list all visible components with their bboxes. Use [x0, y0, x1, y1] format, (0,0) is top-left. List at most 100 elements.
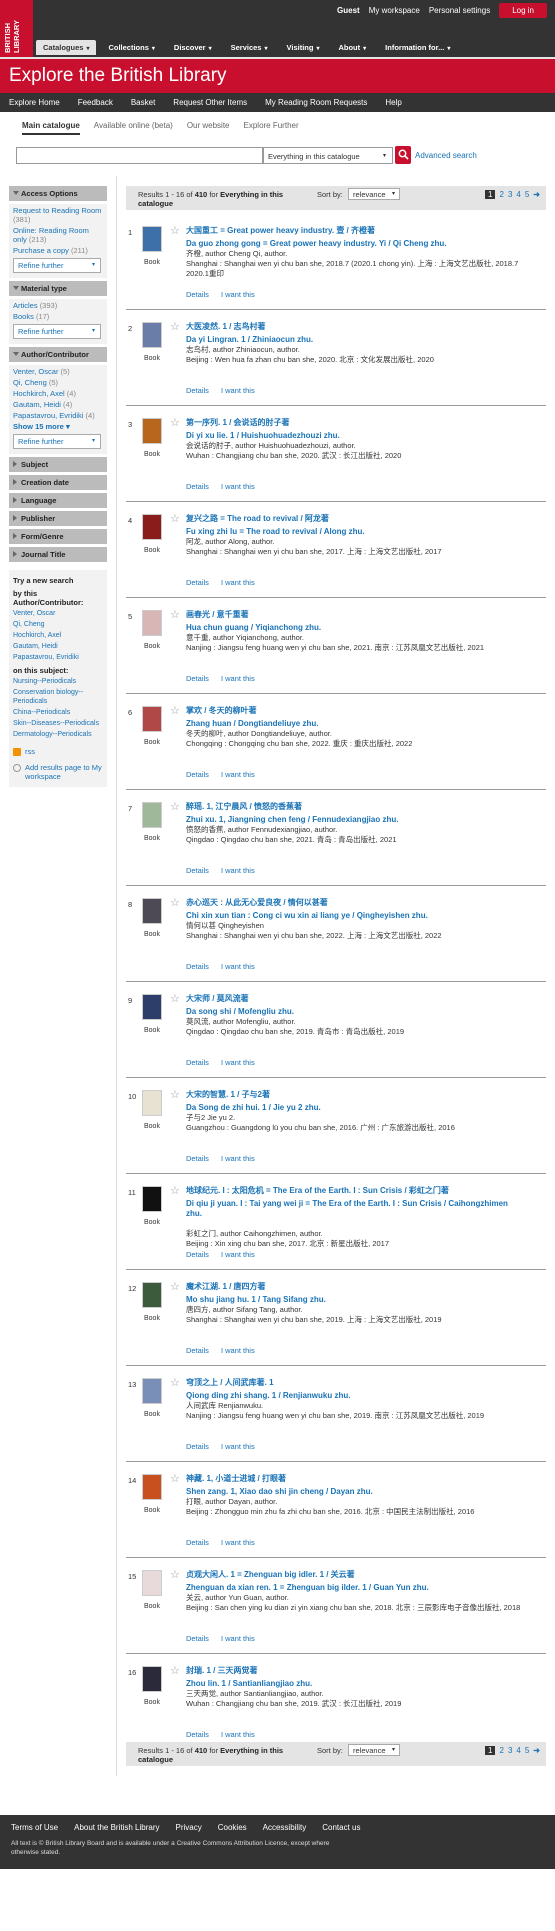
book-cover-image[interactable] [142, 322, 162, 348]
author-search-link[interactable]: Hochkirch, Axel [13, 631, 103, 640]
result-title-link[interactable]: 醉瑶. 1, 江宁晨风 / 愤怒的香蕉著 Zhui xu. 1, Jiangnin… [186, 802, 521, 825]
book-cover-image[interactable] [142, 802, 162, 828]
star-icon[interactable]: ☆ [170, 1664, 180, 1677]
facet-item[interactable]: Papastavrou, Evridiki (4) [13, 411, 103, 420]
footer-about-link[interactable]: About the British Library [74, 1823, 159, 1832]
refine-further-select[interactable]: Refine further ▾ [13, 258, 101, 273]
book-cover-image[interactable] [142, 1378, 162, 1404]
star-icon[interactable]: ☆ [170, 1280, 180, 1293]
next-page-icon[interactable]: ➜ [533, 190, 540, 199]
subject-search-link[interactable]: China--Periodicals [13, 708, 103, 717]
page-1[interactable]: 1 [485, 190, 496, 199]
subject-search-link[interactable]: Skin--Diseases--Periodicals [13, 719, 103, 728]
result-title-link[interactable]: 复兴之路 = The road to revival / 阿龙著 Fu xing … [186, 514, 521, 537]
result-title-link[interactable]: 地球纪元. I : 太阳危机 = The Era of the Earth. I… [186, 1186, 521, 1219]
page-5[interactable]: 5 [525, 190, 529, 199]
author-search-link[interactable]: Papastavrou, Evridiki [13, 653, 103, 662]
i-want-this-link[interactable]: I want this [221, 1346, 255, 1355]
facet-item[interactable]: Venter, Oscar (5) [13, 367, 103, 376]
footer-privacy-link[interactable]: Privacy [176, 1823, 202, 1832]
result-title-link[interactable]: 掌欢 / 冬天的柳叶著 Zhang huan / Dongtiandeliuye … [186, 706, 521, 729]
i-want-this-link[interactable]: I want this [221, 1538, 255, 1547]
star-icon[interactable]: ☆ [170, 608, 180, 621]
i-want-this-link[interactable]: I want this [221, 866, 255, 875]
rss-link[interactable]: rss [13, 747, 103, 756]
i-want-this-link[interactable]: I want this [221, 1058, 255, 1067]
book-cover-image[interactable] [142, 1186, 162, 1212]
result-title-link[interactable]: 贞观大闲人. 1 = Zhenguan big idler. 1 / 关云著 Zh… [186, 1570, 521, 1593]
result-title-link[interactable]: 赤心巡天 : 从此无心爱良夜 / 情何以甚著 Chi xin xun tian :… [186, 898, 521, 921]
show-more-link[interactable]: Show 15 more ▾ [13, 422, 103, 431]
subnav-feedback[interactable]: Feedback [69, 93, 122, 112]
result-title-link[interactable]: 第一序列. 1 / 会说话的肘子著 Di yi xu lie. 1 / Huish… [186, 418, 521, 441]
facet-item[interactable]: Hochkirch, Axel (4) [13, 389, 103, 398]
subnav-help[interactable]: Help [376, 93, 410, 112]
result-title-link[interactable]: 魔术江湖. 1 / 唐四方著 Mo shu jiang hu. 1 / Tang … [186, 1282, 521, 1305]
refine-further-select[interactable]: Refine further ▾ [13, 434, 101, 449]
facet-publisher[interactable]: Publisher [9, 511, 107, 526]
facet-item[interactable]: Gautam, Heidi (4) [13, 400, 103, 409]
star-icon[interactable]: ☆ [170, 704, 180, 717]
result-title-link[interactable]: 穹顶之上 / 人间武库著. 1 Qiong ding zhi shang. 1 /… [186, 1378, 521, 1401]
star-icon[interactable]: ☆ [170, 512, 180, 525]
facet-subject[interactable]: Subject [9, 457, 107, 472]
result-title-link[interactable]: 神藏. 1, 小道士进城 / 打眼著 Shen zang. 1, Xiao dao… [186, 1474, 521, 1497]
star-icon[interactable]: ☆ [170, 1376, 180, 1389]
star-icon[interactable]: ☆ [170, 1568, 180, 1581]
i-want-this-link[interactable]: I want this [221, 482, 255, 491]
tab-explore-further[interactable]: Explore Further [244, 121, 299, 135]
details-link[interactable]: Details [186, 1730, 209, 1739]
facet-author-contributor[interactable]: Author/Contributor [9, 347, 107, 362]
facet-item[interactable]: Purchase a copy (211) [13, 246, 103, 255]
facet-item[interactable]: Online: Reading Room only (213) [13, 226, 103, 244]
book-cover-image[interactable] [142, 610, 162, 636]
my-workspace-link[interactable]: My workspace [369, 6, 420, 15]
details-link[interactable]: Details [186, 1346, 209, 1355]
details-link[interactable]: Details [186, 1634, 209, 1643]
book-cover-image[interactable] [142, 514, 162, 540]
details-link[interactable]: Details [186, 1154, 209, 1163]
result-title-link[interactable]: 大宋的智慧. 1 / 子与2著 Da Song de zhi hui. 1 / J… [186, 1090, 521, 1113]
subnav-reading-room-requests[interactable]: My Reading Room Requests [256, 93, 376, 112]
i-want-this-link[interactable]: I want this [221, 1442, 255, 1451]
tab-our-website[interactable]: Our website [187, 121, 230, 135]
result-title-link[interactable]: 画春光 / 意千重著 Hua chun guang / Yiqianchong z… [186, 610, 521, 633]
page-3[interactable]: 3 [508, 190, 512, 199]
add-to-workspace-link[interactable]: Add results page to My workspace [13, 763, 103, 781]
nav-services[interactable]: Services ▾ [224, 40, 275, 55]
result-title-link[interactable]: 大医凌然. 1 / 志鸟村著 Da yi Lingran. 1 / Zhiniao… [186, 322, 521, 345]
subnav-explore-home[interactable]: Explore Home [0, 93, 69, 112]
nav-information-for[interactable]: Information for... ▾ [378, 40, 457, 55]
i-want-this-link[interactable]: I want this [221, 1250, 255, 1259]
subnav-request-other-items[interactable]: Request Other Items [164, 93, 256, 112]
facet-item[interactable]: Books (17) [13, 312, 103, 321]
book-cover-image[interactable] [142, 994, 162, 1020]
i-want-this-link[interactable]: I want this [221, 770, 255, 779]
nav-catalogues[interactable]: Catalogues ▾ [36, 40, 97, 55]
book-cover-image[interactable] [142, 1474, 162, 1500]
footer-contact-link[interactable]: Contact us [322, 1823, 360, 1832]
author-search-link[interactable]: Gautam, Heidi [13, 642, 103, 651]
i-want-this-link[interactable]: I want this [221, 674, 255, 683]
facet-creation-date[interactable]: Creation date [9, 475, 107, 490]
search-input[interactable] [16, 147, 263, 164]
page-1[interactable]: 1 [485, 1746, 496, 1755]
star-icon[interactable]: ☆ [170, 1088, 180, 1101]
details-link[interactable]: Details [186, 482, 209, 491]
sort-select[interactable]: relevance ▾ [348, 188, 400, 200]
page-3[interactable]: 3 [508, 1746, 512, 1755]
i-want-this-link[interactable]: I want this [221, 290, 255, 299]
result-title-link[interactable]: 大国重工 = Great power heavy industry. 壹 / 齐… [186, 226, 521, 249]
next-page-icon[interactable]: ➜ [533, 1746, 540, 1755]
subject-search-link[interactable]: Nursing--Periodicals [13, 677, 103, 686]
page-4[interactable]: 4 [516, 1746, 520, 1755]
footer-terms-link[interactable]: Terms of Use [11, 1823, 58, 1832]
i-want-this-link[interactable]: I want this [221, 1154, 255, 1163]
login-button[interactable]: Log in [499, 3, 547, 18]
nav-about[interactable]: About ▾ [331, 40, 373, 55]
search-scope-select[interactable]: Everything in this catalogue ▾ [263, 147, 393, 164]
details-link[interactable]: Details [186, 770, 209, 779]
author-search-link[interactable]: Qi, Cheng [13, 620, 103, 629]
book-cover-image[interactable] [142, 898, 162, 924]
tab-available-online[interactable]: Available online (beta) [94, 121, 173, 135]
